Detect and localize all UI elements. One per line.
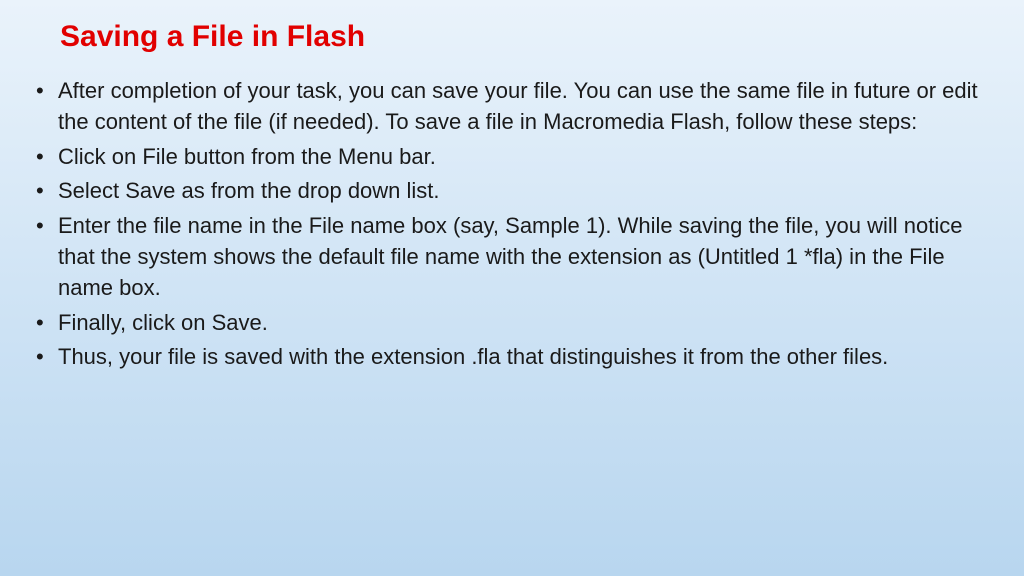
slide-container: Saving a File in Flash After completion … [0, 0, 1024, 407]
list-item: Finally, click on Save. [30, 308, 994, 339]
slide-title: Saving a File in Flash [60, 20, 994, 54]
list-item: After completion of your task, you can s… [30, 76, 994, 138]
list-item: Thus, your file is saved with the extens… [30, 342, 994, 373]
list-item: Click on File button from the Menu bar. [30, 142, 994, 173]
list-item: Enter the file name in the File name box… [30, 211, 994, 303]
list-item: Select Save as from the drop down list. [30, 176, 994, 207]
bullet-list: After completion of your task, you can s… [30, 76, 994, 373]
